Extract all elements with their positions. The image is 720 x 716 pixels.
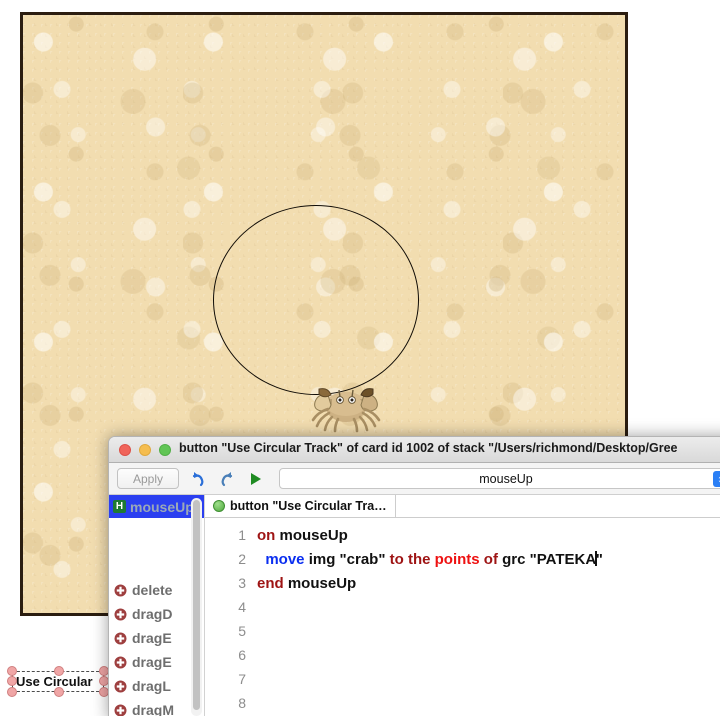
line-number: 7 [238, 671, 246, 687]
tab-script-button[interactable]: button "Use Circular Tra… [205, 495, 396, 517]
code-line[interactable]: 8 [205, 691, 720, 715]
sidebar-item-label: dragL [132, 678, 171, 694]
code-editor[interactable]: 1 on mouseUp 2 move img "crab" to the poin… [205, 518, 720, 716]
line-number: 8 [238, 695, 246, 711]
handler-list: delete dragD dragE dragE dragL dragM [109, 578, 204, 716]
code-line[interactable]: 2 move img "crab" to the points of grc "… [205, 547, 720, 571]
code-line[interactable]: 7 [205, 667, 720, 691]
handler-sidebar[interactable]: H mouseUp delete dragD dragE dragE dragL drag… [109, 495, 205, 716]
sidebar-item-label: mouseUp [130, 498, 194, 515]
code-line[interactable]: 6 [205, 643, 720, 667]
code-text: on mouseUp [257, 526, 348, 544]
crab-image[interactable] [298, 373, 394, 433]
sidebar-scrollbar-thumb[interactable] [193, 500, 200, 710]
tab-label: button "Use Circular Tra… [230, 499, 387, 513]
selected-button-group[interactable]: Use Circular [4, 665, 109, 697]
up-down-chevron-icon[interactable] [713, 471, 720, 487]
script-editor-window[interactable]: button "Use Circular Track" of card id 1… [108, 436, 720, 716]
close-button[interactable] [119, 443, 131, 456]
add-plus-icon[interactable] [114, 680, 127, 693]
editor-toolbar: Apply mouseUp [109, 463, 720, 495]
sidebar-scrollbar[interactable] [191, 498, 202, 716]
apply-button[interactable]: Apply [117, 468, 179, 489]
code-line[interactable]: 1 on mouseUp [205, 523, 720, 547]
handler-selector-value: mouseUp [479, 471, 533, 486]
undo-arrow-icon[interactable] [188, 469, 208, 489]
editor-body: H mouseUp delete dragD dragE dragE dragL drag… [109, 495, 720, 716]
line-number: 3 [238, 575, 246, 591]
resize-handle-top-left[interactable] [7, 666, 17, 676]
line-number: 2 [238, 551, 246, 567]
sidebar-item-mouseup[interactable]: H mouseUp [109, 495, 204, 518]
circular-track-graphic[interactable] [213, 205, 419, 395]
add-plus-icon[interactable] [114, 608, 127, 621]
zoom-button[interactable] [159, 443, 171, 456]
line-number: 1 [238, 527, 246, 543]
add-plus-icon[interactable] [114, 704, 127, 716]
sidebar-item-dragl[interactable]: dragL [109, 674, 204, 698]
sidebar-item-label: dragM [132, 702, 174, 716]
sidebar-item-label: dragE [132, 630, 172, 646]
code-line[interactable]: 4 [205, 595, 720, 619]
code-line[interactable]: 5 [205, 619, 720, 643]
editor-pane: button "Use Circular Tra… 1 on mouseUp 2 m… [205, 495, 720, 716]
traffic-light-group [109, 443, 171, 456]
add-plus-icon[interactable] [114, 584, 127, 597]
sidebar-item-label: delete [132, 582, 173, 598]
resize-handle-bottom-left[interactable] [7, 687, 17, 697]
sidebar-item-dragd[interactable]: dragD [109, 602, 204, 626]
sidebar-item-drage[interactable]: dragE [109, 626, 204, 650]
line-number: 4 [238, 599, 246, 615]
line-number: 5 [238, 623, 246, 639]
handler-badge-icon: H [113, 500, 126, 513]
green-circle-icon [213, 500, 225, 512]
resize-handle-bottom-center[interactable] [54, 687, 64, 697]
apply-button-label: Apply [132, 471, 164, 486]
tab-bar: button "Use Circular Tra… [205, 495, 720, 518]
minimize-button[interactable] [139, 443, 151, 456]
sidebar-item-label: dragE [132, 654, 172, 670]
code-line[interactable]: 3 end mouseUp [205, 571, 720, 595]
resize-handle-middle-left[interactable] [7, 676, 17, 686]
use-circular-track-button-label: Use Circular [16, 674, 93, 689]
add-plus-icon[interactable] [114, 656, 127, 669]
code-text: move img "crab" to the points of grc "PA… [265, 550, 603, 568]
window-titlebar[interactable]: button "Use Circular Track" of card id 1… [109, 437, 720, 463]
sidebar-item-delete[interactable]: delete [109, 578, 204, 602]
redo-arrow-icon[interactable] [217, 469, 237, 489]
sidebar-item-drage[interactable]: dragE [109, 650, 204, 674]
run-play-icon[interactable] [246, 469, 266, 489]
sidebar-item-label: dragD [132, 606, 173, 622]
handler-selector[interactable]: mouseUp [279, 468, 720, 489]
add-plus-icon[interactable] [114, 632, 127, 645]
resize-handle-top-center[interactable] [54, 666, 64, 676]
code-text: end mouseUp [257, 574, 357, 592]
window-title: button "Use Circular Track" of card id 1… [179, 441, 678, 455]
sidebar-item-dragm[interactable]: dragM [109, 698, 204, 716]
line-number: 6 [238, 647, 246, 663]
